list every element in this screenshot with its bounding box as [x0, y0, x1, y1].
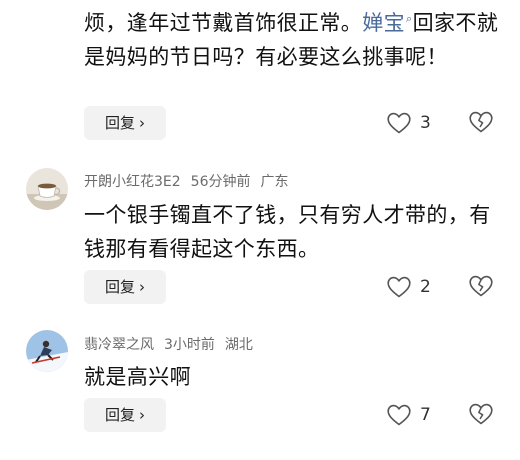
dislike-button[interactable] — [468, 110, 494, 136]
comment-meta: 开朗小红花3E2 56分钟前 广东 — [84, 171, 299, 191]
dislike-button[interactable] — [468, 274, 494, 300]
like-button[interactable]: 7 — [386, 402, 431, 428]
comment-text: 就是高兴啊 — [84, 365, 191, 389]
comment-location: 湖北 — [224, 337, 253, 353]
comment-actions: 回复 › 7 — [84, 398, 504, 432]
comment-actions: 回复 › 2 — [84, 270, 504, 304]
chevron-right-icon: › — [139, 406, 145, 424]
comment-text: 一个银手镯直不了钱，只有穷人才带的，有钱那有看得起这个东西。 — [84, 203, 491, 261]
broken-heart-icon — [469, 275, 493, 297]
reply-label: 回复 — [104, 114, 135, 132]
user-mention-link[interactable]: 婵宝 — [362, 11, 405, 35]
reply-button[interactable]: 回复 › — [84, 270, 166, 304]
broken-heart-icon — [469, 111, 493, 133]
avatar[interactable] — [26, 168, 68, 210]
like-count: 7 — [420, 405, 431, 425]
reply-label: 回复 — [104, 278, 135, 296]
heart-icon — [387, 276, 411, 298]
comment-time: 3小时前 — [164, 337, 215, 353]
comment-text: 烦，逢年过节戴首饰很正常。婵宝⌕回家不就是妈妈的节日吗？有必要这么挑事呢！ — [84, 2, 504, 74]
username[interactable]: 翡冷翠之风 — [84, 337, 154, 353]
like-button[interactable]: 2 — [386, 274, 431, 300]
reply-button[interactable]: 回复 › — [84, 106, 166, 140]
heart-icon — [387, 404, 411, 426]
like-count: 3 — [420, 113, 431, 133]
heart-icon — [387, 112, 411, 134]
comment-text-part: 烦，逢年过节戴首饰很正常。 — [84, 11, 363, 35]
broken-heart-icon — [469, 403, 493, 425]
dislike-button[interactable] — [468, 402, 494, 428]
teacup-avatar-icon — [26, 168, 68, 210]
like-button[interactable]: 3 — [386, 110, 431, 136]
skier-avatar-icon — [26, 330, 68, 372]
comment-time: 56分钟前 — [190, 174, 251, 190]
comment-meta: 翡冷翠之风 3小时前 湖北 — [84, 334, 263, 354]
chevron-right-icon: › — [139, 114, 145, 132]
reply-button[interactable]: 回复 › — [84, 398, 166, 432]
username[interactable]: 开朗小红花3E2 — [84, 174, 181, 190]
avatar[interactable] — [26, 330, 68, 372]
chevron-right-icon: › — [139, 278, 145, 296]
comment-actions: 回复 › 3 — [84, 106, 504, 140]
reply-label: 回复 — [104, 406, 135, 424]
comment-location: 广东 — [260, 174, 289, 190]
like-count: 2 — [420, 277, 431, 297]
